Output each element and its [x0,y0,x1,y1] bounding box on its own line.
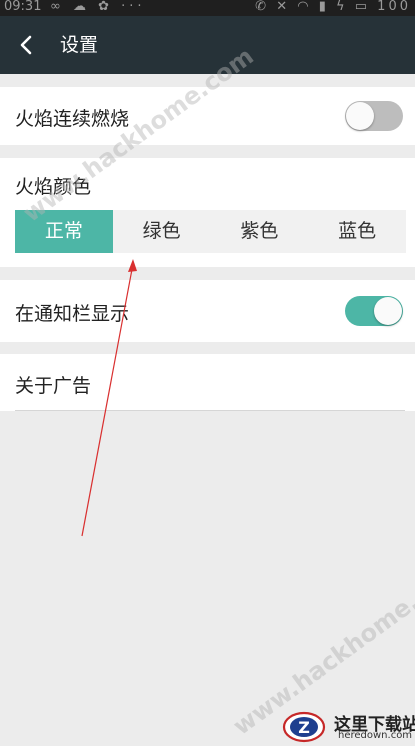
flame-color-selector: 正常 绿色 紫色 蓝色 [15,210,406,253]
toggle-knob [374,297,402,325]
flame-color-option-green[interactable]: 绿色 [113,210,211,253]
chevron-left-icon [20,35,32,55]
notification-row[interactable]: 在通知栏显示 [0,280,415,342]
flame-continuous-toggle[interactable] [345,101,403,131]
about-ads-label: 关于广告 [15,375,92,397]
infinity-icon: ∞ [50,0,65,14]
wifi-icon: ◠ [297,0,312,14]
logo-letter: Z [298,718,310,737]
flame-continuous-label: 火焰连续燃烧 [15,108,130,130]
divider [15,410,405,411]
status-right-icons: ✆ ✕ ◠ ▮ ϟ ▭ 100 [255,0,411,14]
flame-color-option-purple[interactable]: 紫色 [211,210,309,253]
battery-icon: ▭ [354,0,371,14]
status-bar: 09:31 ∞ ☁ ✿ ··· ✆ ✕ ◠ ▮ ϟ ▭ 100 [0,0,415,16]
toggle-knob [346,102,374,130]
about-ads-row[interactable]: 关于广告 [0,354,415,411]
phone-icon: ✆ [255,0,270,14]
notification-toggle[interactable] [345,296,403,326]
more-icon: ··· [121,0,146,14]
flame-color-option-blue[interactable]: 蓝色 [308,210,406,253]
signal-icon: ▮ [318,0,329,14]
logo-subtitle: heredown.com [338,730,413,741]
battery-text: 100 [377,0,411,14]
logo-badge-icon: Z [282,711,326,743]
site-logo: Z 这里下载站 heredown.com [282,708,415,744]
toolbar: 设置 [0,16,415,74]
status-time: 09:31 [4,0,42,14]
notification-label: 在通知栏显示 [15,303,130,325]
charging-icon: ϟ [336,0,348,14]
paw-icon: ✿ [98,0,114,14]
settings-screen: 09:31 ∞ ☁ ✿ ··· ✆ ✕ ◠ ▮ ϟ ▭ 100 设置 火焰连续燃… [0,0,415,746]
mute-icon: ✕ [276,0,291,14]
page-title: 设置 [60,34,99,56]
cloud-icon: ☁ [72,0,90,14]
status-left-icons: ∞ ☁ ✿ ··· [50,0,146,14]
back-button[interactable] [10,26,46,64]
